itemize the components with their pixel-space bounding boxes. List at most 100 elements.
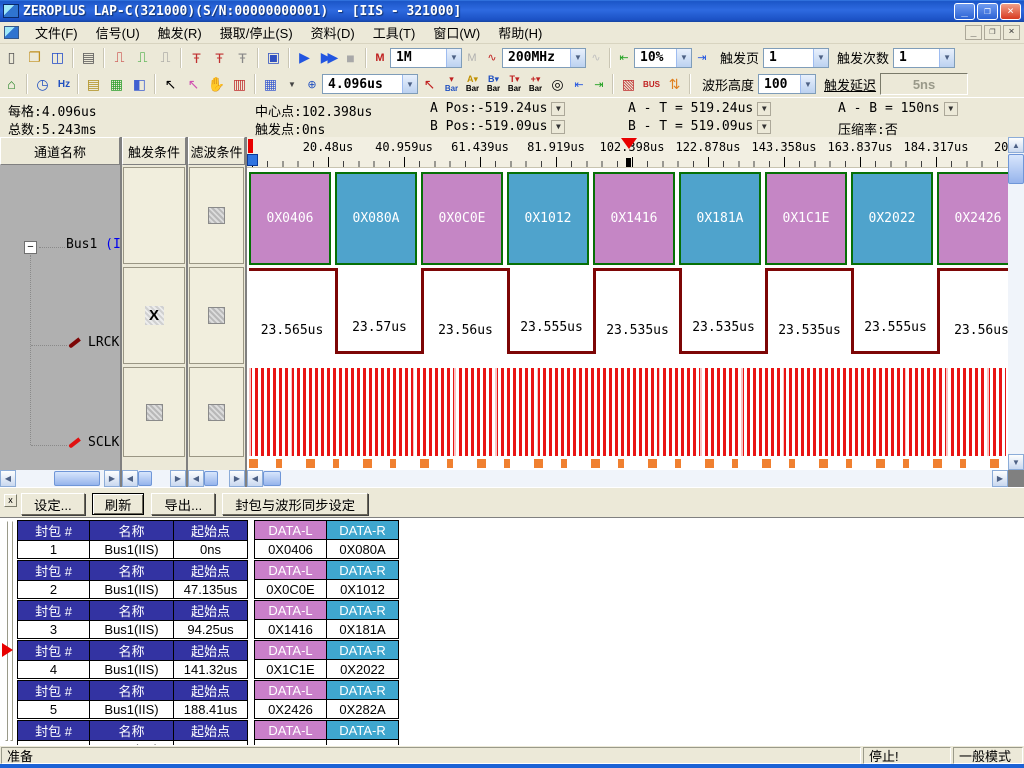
- packet-group[interactable]: 封包 # 名称 起始点 2 Bus1(IIS) 47.135us DATA-L …: [17, 560, 399, 599]
- hscroll-thumb[interactable]: [204, 471, 218, 486]
- scroll-down-icon[interactable]: ▼: [1008, 454, 1024, 470]
- bus-value-block[interactable]: 0X2022: [851, 172, 933, 265]
- export-button[interactable]: 导出...: [151, 493, 215, 515]
- chevron-down-icon[interactable]: ▼: [939, 49, 954, 67]
- packet-start-cell[interactable]: 141.32us: [174, 661, 248, 679]
- packet-data-table[interactable]: DATA-L DATA-R 0X1416 0X181A: [254, 600, 399, 639]
- bus-value-block[interactable]: 0X080A: [335, 172, 417, 265]
- bar-chart-icon[interactable]: ▥: [228, 73, 251, 95]
- packet-group[interactable]: 封包 # 名称 起始点 6 Bus1(IIS) 235.53us DATA-L …: [17, 720, 399, 745]
- bus-value-block[interactable]: 0X0406: [249, 172, 331, 265]
- data-l-cell[interactable]: 0X1C1E: [255, 660, 327, 679]
- lrck-segment[interactable]: 23.535us: [679, 268, 765, 354]
- packet-data-table[interactable]: DATA-L DATA-R 0X2426 0X282A: [254, 680, 399, 719]
- scroll-left-icon[interactable]: ◀: [0, 470, 16, 487]
- trigger-content-icon[interactable]: Ŧ: [208, 47, 231, 69]
- bus-trigger-cell[interactable]: [123, 167, 185, 264]
- lrck-trigger-cell[interactable]: X: [123, 267, 185, 364]
- packet-group[interactable]: 封包 # 名称 起始点 3 Bus1(IIS) 94.25us DATA-L D…: [17, 600, 399, 639]
- packet-main-table[interactable]: 封包 # 名称 起始点 5 Bus1(IIS) 188.41us: [17, 680, 248, 719]
- home-icon[interactable]: ⌂: [0, 73, 23, 95]
- packet-num-cell[interactable]: 2: [18, 581, 90, 599]
- open-file-icon[interactable]: ❐: [23, 47, 46, 69]
- restore-button[interactable]: ❐: [977, 3, 998, 20]
- packet-main-table[interactable]: 封包 # 名称 起始点 1 Bus1(IIS) 0ns: [17, 520, 248, 559]
- packet-name-cell[interactable]: Bus1(IIS): [90, 701, 174, 719]
- vscroll-thumb[interactable]: [1008, 154, 1024, 184]
- signal-group-icon[interactable]: ⎍: [154, 47, 177, 69]
- goto-trigger-icon[interactable]: ↖: [418, 73, 441, 95]
- bus-value-block[interactable]: 0X0C0E: [421, 172, 503, 265]
- menu-item[interactable]: 窗口(W): [424, 21, 489, 44]
- packet-name-cell[interactable]: Bus1(IIS): [90, 661, 174, 679]
- hscroll-thumb[interactable]: [263, 471, 281, 486]
- new-file-icon[interactable]: ▯: [0, 47, 23, 69]
- bus-channel-label[interactable]: Bus1 (IIS): [66, 237, 120, 252]
- multi-cursor-icon[interactable]: ↖: [182, 73, 205, 95]
- lrck-channel-label[interactable]: LRCK: [88, 335, 119, 350]
- bus-value-block[interactable]: 0X1012: [507, 172, 589, 265]
- channel-hscrollbar[interactable]: ◀ ▶: [0, 470, 120, 487]
- trigger-range-icon[interactable]: Ŧ: [231, 47, 254, 69]
- refresh-button[interactable]: 刷新: [92, 493, 145, 515]
- sclk-channel-label[interactable]: SCLK: [88, 435, 119, 450]
- bus-value-block[interactable]: 0X1C1E: [765, 172, 847, 265]
- zoom-tool-icon[interactable]: ⊕: [302, 73, 322, 95]
- scroll-right-icon[interactable]: ▶: [992, 470, 1008, 487]
- trigger-delay-label[interactable]: 触发延迟: [824, 75, 876, 94]
- a-bar-marker-icon[interactable]: [247, 154, 258, 166]
- waveform-window-icon[interactable]: ▤: [82, 73, 105, 95]
- packet-group[interactable]: 封包 # 名称 起始点 5 Bus1(IIS) 188.41us DATA-L …: [17, 680, 399, 719]
- lrck-segment[interactable]: 23.57us: [335, 268, 421, 354]
- save-file-icon[interactable]: ◫: [46, 47, 69, 69]
- bus-value-block[interactable]: 0X1416: [593, 172, 675, 265]
- a-bar-icon[interactable]: A▾Bar: [462, 75, 483, 93]
- bus-analysis-icon[interactable]: BUS: [640, 73, 663, 95]
- sync-settings-button[interactable]: 封包与波形同步设定: [222, 493, 368, 515]
- chevron-down-icon[interactable]: ▼: [800, 75, 815, 93]
- packet-main-table[interactable]: 封包 # 名称 起始点 3 Bus1(IIS) 94.25us: [17, 600, 248, 639]
- packet-start-cell[interactable]: 47.135us: [174, 581, 248, 599]
- packet-num-cell[interactable]: 5: [18, 701, 90, 719]
- packet-name-cell[interactable]: Bus1(IIS): [90, 581, 174, 599]
- pulse-width-icon[interactable]: ⇅: [663, 73, 686, 95]
- packet-data-table[interactable]: DATA-L DATA-R 0X0406 0X080A: [254, 520, 399, 559]
- time-ruler[interactable]: 20.48us40.959us61.439us81.919us102.398us…: [247, 137, 1008, 168]
- sample-depth-combo[interactable]: 1M ▼: [390, 48, 462, 68]
- menu-item[interactable]: 摄取/停止(S): [211, 21, 302, 44]
- splitter-grip[interactable]: [10, 521, 13, 741]
- wave-height-combo[interactable]: 100 ▼: [758, 74, 816, 94]
- b-bar-icon[interactable]: B▾Bar: [483, 75, 504, 93]
- scroll-up-icon[interactable]: ▲: [1008, 137, 1024, 153]
- packet-data-table[interactable]: DATA-L DATA-R 0X1C1E 0X2022: [254, 640, 399, 679]
- menu-item[interactable]: 触发(R): [149, 21, 211, 44]
- hand-tool-icon[interactable]: ✋: [205, 73, 228, 95]
- sample-rate-combo[interactable]: 200MHz ▼: [502, 48, 586, 68]
- close-button[interactable]: ×: [1000, 3, 1021, 20]
- lrck-segment[interactable]: 23.535us: [593, 268, 679, 354]
- clock-icon[interactable]: ◷: [31, 73, 54, 95]
- sclk-trigger-cell[interactable]: [123, 367, 185, 457]
- goto-right-icon[interactable]: ⇥: [589, 73, 609, 95]
- bus-value-block[interactable]: 0X181A: [679, 172, 761, 265]
- trigger-hscrollbar[interactable]: ◀ ▶: [122, 470, 186, 487]
- mdi-restore-button[interactable]: ❐: [984, 25, 1001, 40]
- settings-button[interactable]: 设定...: [21, 493, 85, 515]
- vertical-scrollbar[interactable]: ▲ ▼: [1008, 137, 1024, 470]
- filter-hscrollbar[interactable]: ◀ ▶: [188, 470, 245, 487]
- mdi-minimize-button[interactable]: _: [965, 25, 982, 40]
- packet-num-cell[interactable]: 1: [18, 541, 90, 559]
- packet-group[interactable]: 封包 # 名称 起始点 4 Bus1(IIS) 141.32us DATA-L …: [17, 640, 399, 679]
- scroll-left-icon[interactable]: ◀: [122, 470, 138, 487]
- zoom-in-arrow-icon[interactable]: ⇥: [692, 47, 712, 69]
- pointer-cursor-icon[interactable]: ↖: [159, 73, 182, 95]
- lrck-filter-cell[interactable]: [189, 267, 244, 364]
- bus-filter-cell[interactable]: [189, 167, 244, 264]
- packet-data-table[interactable]: DATA-L DATA-R 0X2C2E 0X3032: [254, 720, 399, 745]
- t-bar-icon[interactable]: T▾Bar: [504, 75, 525, 93]
- single-run-icon[interactable]: ▶: [293, 47, 316, 69]
- goto-left-icon[interactable]: ⇤: [569, 73, 589, 95]
- tree-collapse-icon[interactable]: −: [24, 241, 37, 254]
- packet-name-cell[interactable]: Bus1(IIS): [90, 541, 174, 559]
- data-waveform-partial[interactable]: [249, 459, 1006, 468]
